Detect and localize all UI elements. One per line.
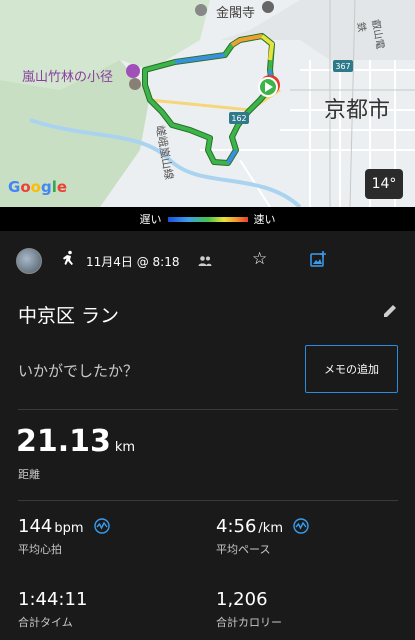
pace-value: 4:56: [216, 516, 257, 537]
pace-chart-icon[interactable]: [293, 518, 309, 534]
poi-arashiyama-label: 嵐山竹林の小径: [22, 70, 114, 85]
route-162-label: 162: [231, 114, 246, 123]
add-memo-button[interactable]: メモの追加: [305, 345, 398, 393]
heart-rate-unit: bpm: [54, 521, 84, 536]
distance-value: 21.13: [16, 424, 111, 459]
poi-kinkakuji-label: 金閣寺: [216, 6, 256, 21]
add-photo-icon[interactable]: [310, 251, 326, 267]
time-value: 1:44:11: [18, 589, 88, 610]
speed-gradient-bar: [167, 216, 248, 222]
distance-stat: 21.13 km: [16, 424, 135, 459]
heart-rate-chart-icon[interactable]: [93, 518, 110, 534]
heart-rate-stat[interactable]: 144 bpm 平均心拍: [18, 516, 110, 557]
divider: [18, 409, 398, 410]
time-label: 合計タイム: [18, 616, 73, 629]
activity-title[interactable]: 中京区 ラン: [18, 301, 119, 328]
google-logo: Google: [8, 178, 68, 196]
time-stat: 1:44:11 合計タイム: [18, 589, 87, 630]
heart-rate-value: 144: [18, 516, 53, 537]
feedback-question: いかがでしたか？: [18, 362, 139, 380]
pace-stat[interactable]: 4:56/km 平均ペース: [216, 516, 309, 557]
divider: [18, 500, 398, 501]
calories-value: 1,206: [216, 589, 268, 610]
pencil-icon[interactable]: [382, 303, 398, 319]
people-icon[interactable]: [198, 253, 212, 267]
legend-fast-label: 速い: [253, 213, 276, 226]
distance-unit: km: [114, 440, 136, 455]
route-367-label: 367: [335, 62, 350, 71]
railway-label: 叡山電鉄: [354, 18, 386, 51]
calories-stat: 1,206 合計カロリー: [216, 589, 282, 630]
star-icon[interactable]: ☆: [252, 249, 267, 269]
temperature-badge: 14°: [365, 169, 403, 199]
route-map[interactable]: 162 367 金閣寺 嵐山竹林の小径 京都市 嵯峨嵐山線 叡山電鉄 Googl…: [0, 0, 415, 207]
heart-rate-label: 平均心拍: [18, 543, 62, 556]
runner-icon: [60, 250, 76, 270]
pace-label: 平均ペース: [216, 543, 271, 556]
city-kyoto-label: 京都市: [324, 98, 391, 123]
pace-unit: /km: [258, 521, 283, 536]
avatar[interactable]: [16, 248, 42, 274]
activity-info-row: 11月4日 @ 8:18 ☆: [0, 231, 415, 291]
speed-legend: 遅い 速い: [0, 207, 415, 231]
distance-label: 距離: [18, 468, 40, 481]
activity-date: 11月4日 @ 8:18: [86, 255, 180, 269]
legend-slow-label: 遅い: [139, 213, 162, 226]
calories-label: 合計カロリー: [216, 616, 282, 629]
